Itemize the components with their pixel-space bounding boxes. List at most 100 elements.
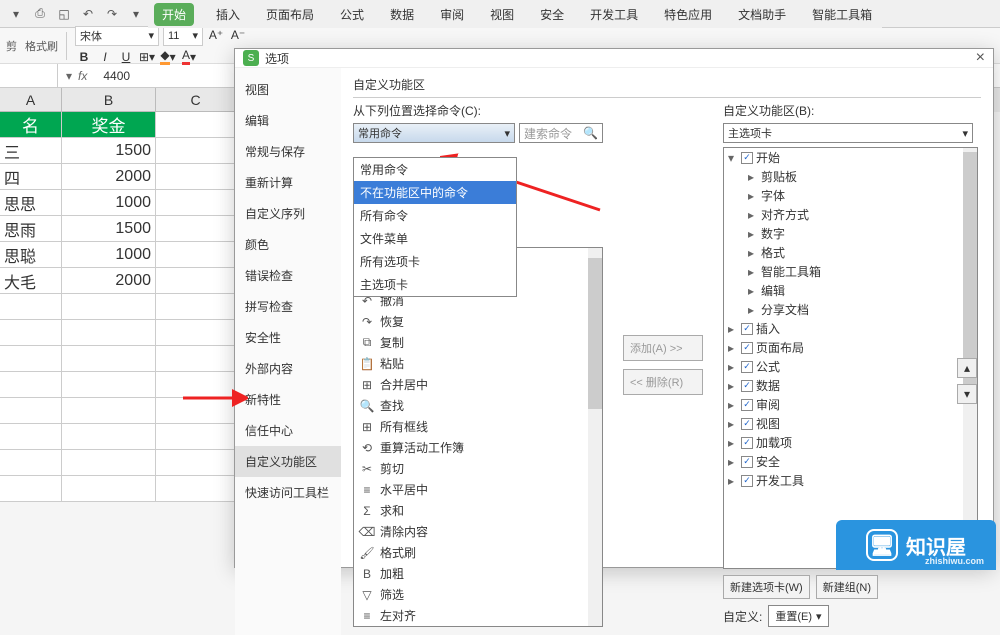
cell[interactable]: 思聪: [0, 242, 62, 268]
tree-toggle-icon[interactable]: ▸: [748, 227, 758, 241]
border-button[interactable]: ⊞▾: [138, 48, 156, 66]
tree-toggle-icon[interactable]: ▸: [748, 189, 758, 203]
tab-smarttools[interactable]: 智能工具箱: [808, 2, 876, 27]
cell[interactable]: [156, 398, 236, 424]
cell[interactable]: [62, 320, 156, 346]
list-item[interactable]: ⧉复制▸: [354, 332, 602, 353]
cell[interactable]: [0, 294, 62, 320]
tab-layout[interactable]: 页面布局: [262, 2, 318, 27]
cell[interactable]: [62, 424, 156, 450]
tree-item[interactable]: ▸✓安全: [724, 452, 977, 471]
tree-child-item[interactable]: ▸分享文档: [724, 300, 977, 319]
tree-item[interactable]: ▾✓开始: [724, 148, 977, 167]
cell[interactable]: [156, 164, 236, 190]
tree-toggle-icon[interactable]: ▸: [728, 398, 738, 412]
font-size-combo[interactable]: 11▾: [163, 26, 203, 46]
list-item[interactable]: ≡水平居中▸: [354, 479, 602, 500]
tree-child-item[interactable]: ▸编辑: [724, 281, 977, 300]
cell[interactable]: [156, 190, 236, 216]
tree-item[interactable]: ▸✓审阅: [724, 395, 977, 414]
preview-icon[interactable]: ◱: [54, 4, 74, 24]
cell[interactable]: [156, 216, 236, 242]
add-button[interactable]: 添加(A) >>: [623, 335, 703, 361]
tree-child-item[interactable]: ▸剪贴板: [724, 167, 977, 186]
remove-button[interactable]: << 删除(R): [623, 369, 703, 395]
col-header-c[interactable]: C: [156, 88, 236, 112]
cell[interactable]: [62, 476, 156, 502]
close-icon[interactable]: ×: [976, 49, 985, 67]
checkbox[interactable]: ✓: [741, 475, 753, 487]
tree-item[interactable]: ▸✓数据: [724, 376, 977, 395]
dropdown-item[interactable]: 常用命令: [354, 158, 516, 181]
dropdown-item[interactable]: 所有命令: [354, 204, 516, 227]
new-group-button[interactable]: 新建组(N): [816, 575, 878, 599]
checkbox[interactable]: ✓: [741, 418, 753, 430]
cell[interactable]: [0, 424, 62, 450]
sidebar-item[interactable]: 安全性: [235, 322, 341, 353]
dec-font-icon[interactable]: A⁻: [229, 26, 247, 44]
checkbox[interactable]: ✓: [741, 456, 753, 468]
tree-toggle-icon[interactable]: ▸: [748, 170, 758, 184]
list-item[interactable]: 🖌格式刷: [354, 542, 602, 563]
checkbox[interactable]: ✓: [741, 399, 753, 411]
font-color-button[interactable]: A▾: [180, 48, 198, 66]
dropdown-item[interactable]: 主选项卡: [354, 273, 516, 296]
sidebar-item[interactable]: 新特性: [235, 384, 341, 415]
cell[interactable]: 奖金: [62, 112, 156, 138]
tree-toggle-icon[interactable]: ▸: [728, 455, 738, 469]
tab-view[interactable]: 视图: [486, 2, 518, 27]
list-item[interactable]: ⌫清除内容: [354, 521, 602, 542]
list-item[interactable]: 🔍查找: [354, 395, 602, 416]
cell[interactable]: [62, 346, 156, 372]
list-item[interactable]: ≡左对齐: [354, 605, 602, 626]
list-item[interactable]: ↷恢复: [354, 311, 602, 332]
cell[interactable]: [0, 320, 62, 346]
tree-toggle-icon[interactable]: ▾: [728, 151, 738, 165]
checkbox[interactable]: ✓: [741, 437, 753, 449]
move-up-icon[interactable]: ▴: [957, 358, 977, 378]
cell[interactable]: [0, 398, 62, 424]
fill-color-button[interactable]: ◆▾: [159, 48, 177, 66]
cell[interactable]: [62, 372, 156, 398]
tree-toggle-icon[interactable]: ▸: [748, 303, 758, 317]
cell[interactable]: 2000: [62, 164, 156, 190]
scrollbar[interactable]: [588, 248, 602, 626]
tab-data[interactable]: 数据: [386, 2, 418, 27]
tree-toggle-icon[interactable]: ▸: [748, 284, 758, 298]
customize-combo[interactable]: 主选项卡▾: [723, 123, 973, 143]
cell[interactable]: 1500: [62, 138, 156, 164]
sidebar-item[interactable]: 快速访问工具栏: [235, 477, 341, 508]
cell[interactable]: [156, 294, 236, 320]
list-item[interactable]: ⊞所有框线: [354, 416, 602, 437]
tree-toggle-icon[interactable]: ▸: [748, 208, 758, 222]
tab-special[interactable]: 特色应用: [660, 2, 716, 27]
list-item[interactable]: ✂剪切: [354, 458, 602, 479]
cell[interactable]: 1000: [62, 242, 156, 268]
dropdown-item[interactable]: 不在功能区中的命令: [354, 181, 516, 204]
list-item[interactable]: 📋粘贴▸: [354, 353, 602, 374]
tab-review[interactable]: 审阅: [436, 2, 468, 27]
tab-dochelper[interactable]: 文档助手: [734, 2, 790, 27]
sidebar-item[interactable]: 编辑: [235, 105, 341, 136]
checkbox[interactable]: ✓: [741, 342, 753, 354]
cell[interactable]: 2000: [62, 268, 156, 294]
cell[interactable]: 名: [0, 112, 62, 138]
tree-toggle-icon[interactable]: ▸: [728, 436, 738, 450]
cell[interactable]: [0, 450, 62, 476]
sidebar-item[interactable]: 错误检查: [235, 260, 341, 291]
sidebar-item[interactable]: 颜色: [235, 229, 341, 260]
checkbox[interactable]: ✓: [741, 361, 753, 373]
tab-security[interactable]: 安全: [536, 2, 568, 27]
cell[interactable]: [156, 424, 236, 450]
checkbox[interactable]: ✓: [741, 323, 753, 335]
commands-listbox[interactable]: ⊡旦按打印🔍打印预览↶撤消↷恢复⧉复制▸📋粘贴▸⊞合并居中▸🔍查找⊞所有框线⟲重…: [353, 247, 603, 627]
list-item[interactable]: ▽筛选: [354, 584, 602, 605]
reset-combo[interactable]: 重置(E)▾: [768, 605, 828, 627]
checkbox[interactable]: ✓: [741, 380, 753, 392]
tree-toggle-icon[interactable]: ▸: [728, 322, 738, 336]
cell[interactable]: [62, 294, 156, 320]
italic-button[interactable]: I: [96, 48, 114, 66]
cell[interactable]: [156, 268, 236, 294]
inc-font-icon[interactable]: A⁺: [207, 26, 225, 44]
tree-child-item[interactable]: ▸智能工具箱: [724, 262, 977, 281]
